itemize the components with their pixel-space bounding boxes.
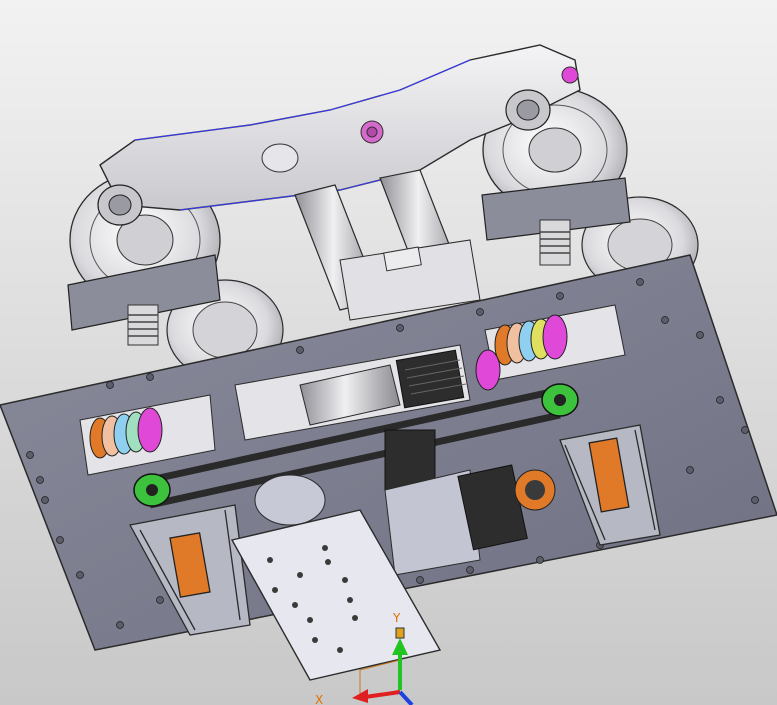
z-axis-arrow: [398, 690, 414, 705]
triad-origin-marker: [395, 627, 405, 639]
x-axis-arrow: [364, 690, 401, 699]
pulley-right[interactable]: [541, 383, 579, 417]
pulley-left[interactable]: [133, 473, 171, 507]
cad-viewport[interactable]: Y X: [0, 0, 777, 705]
x-axis-label: X: [315, 693, 323, 705]
assembly-scene[interactable]: Y X: [0, 0, 777, 705]
y-axis-label: Y: [392, 611, 401, 625]
